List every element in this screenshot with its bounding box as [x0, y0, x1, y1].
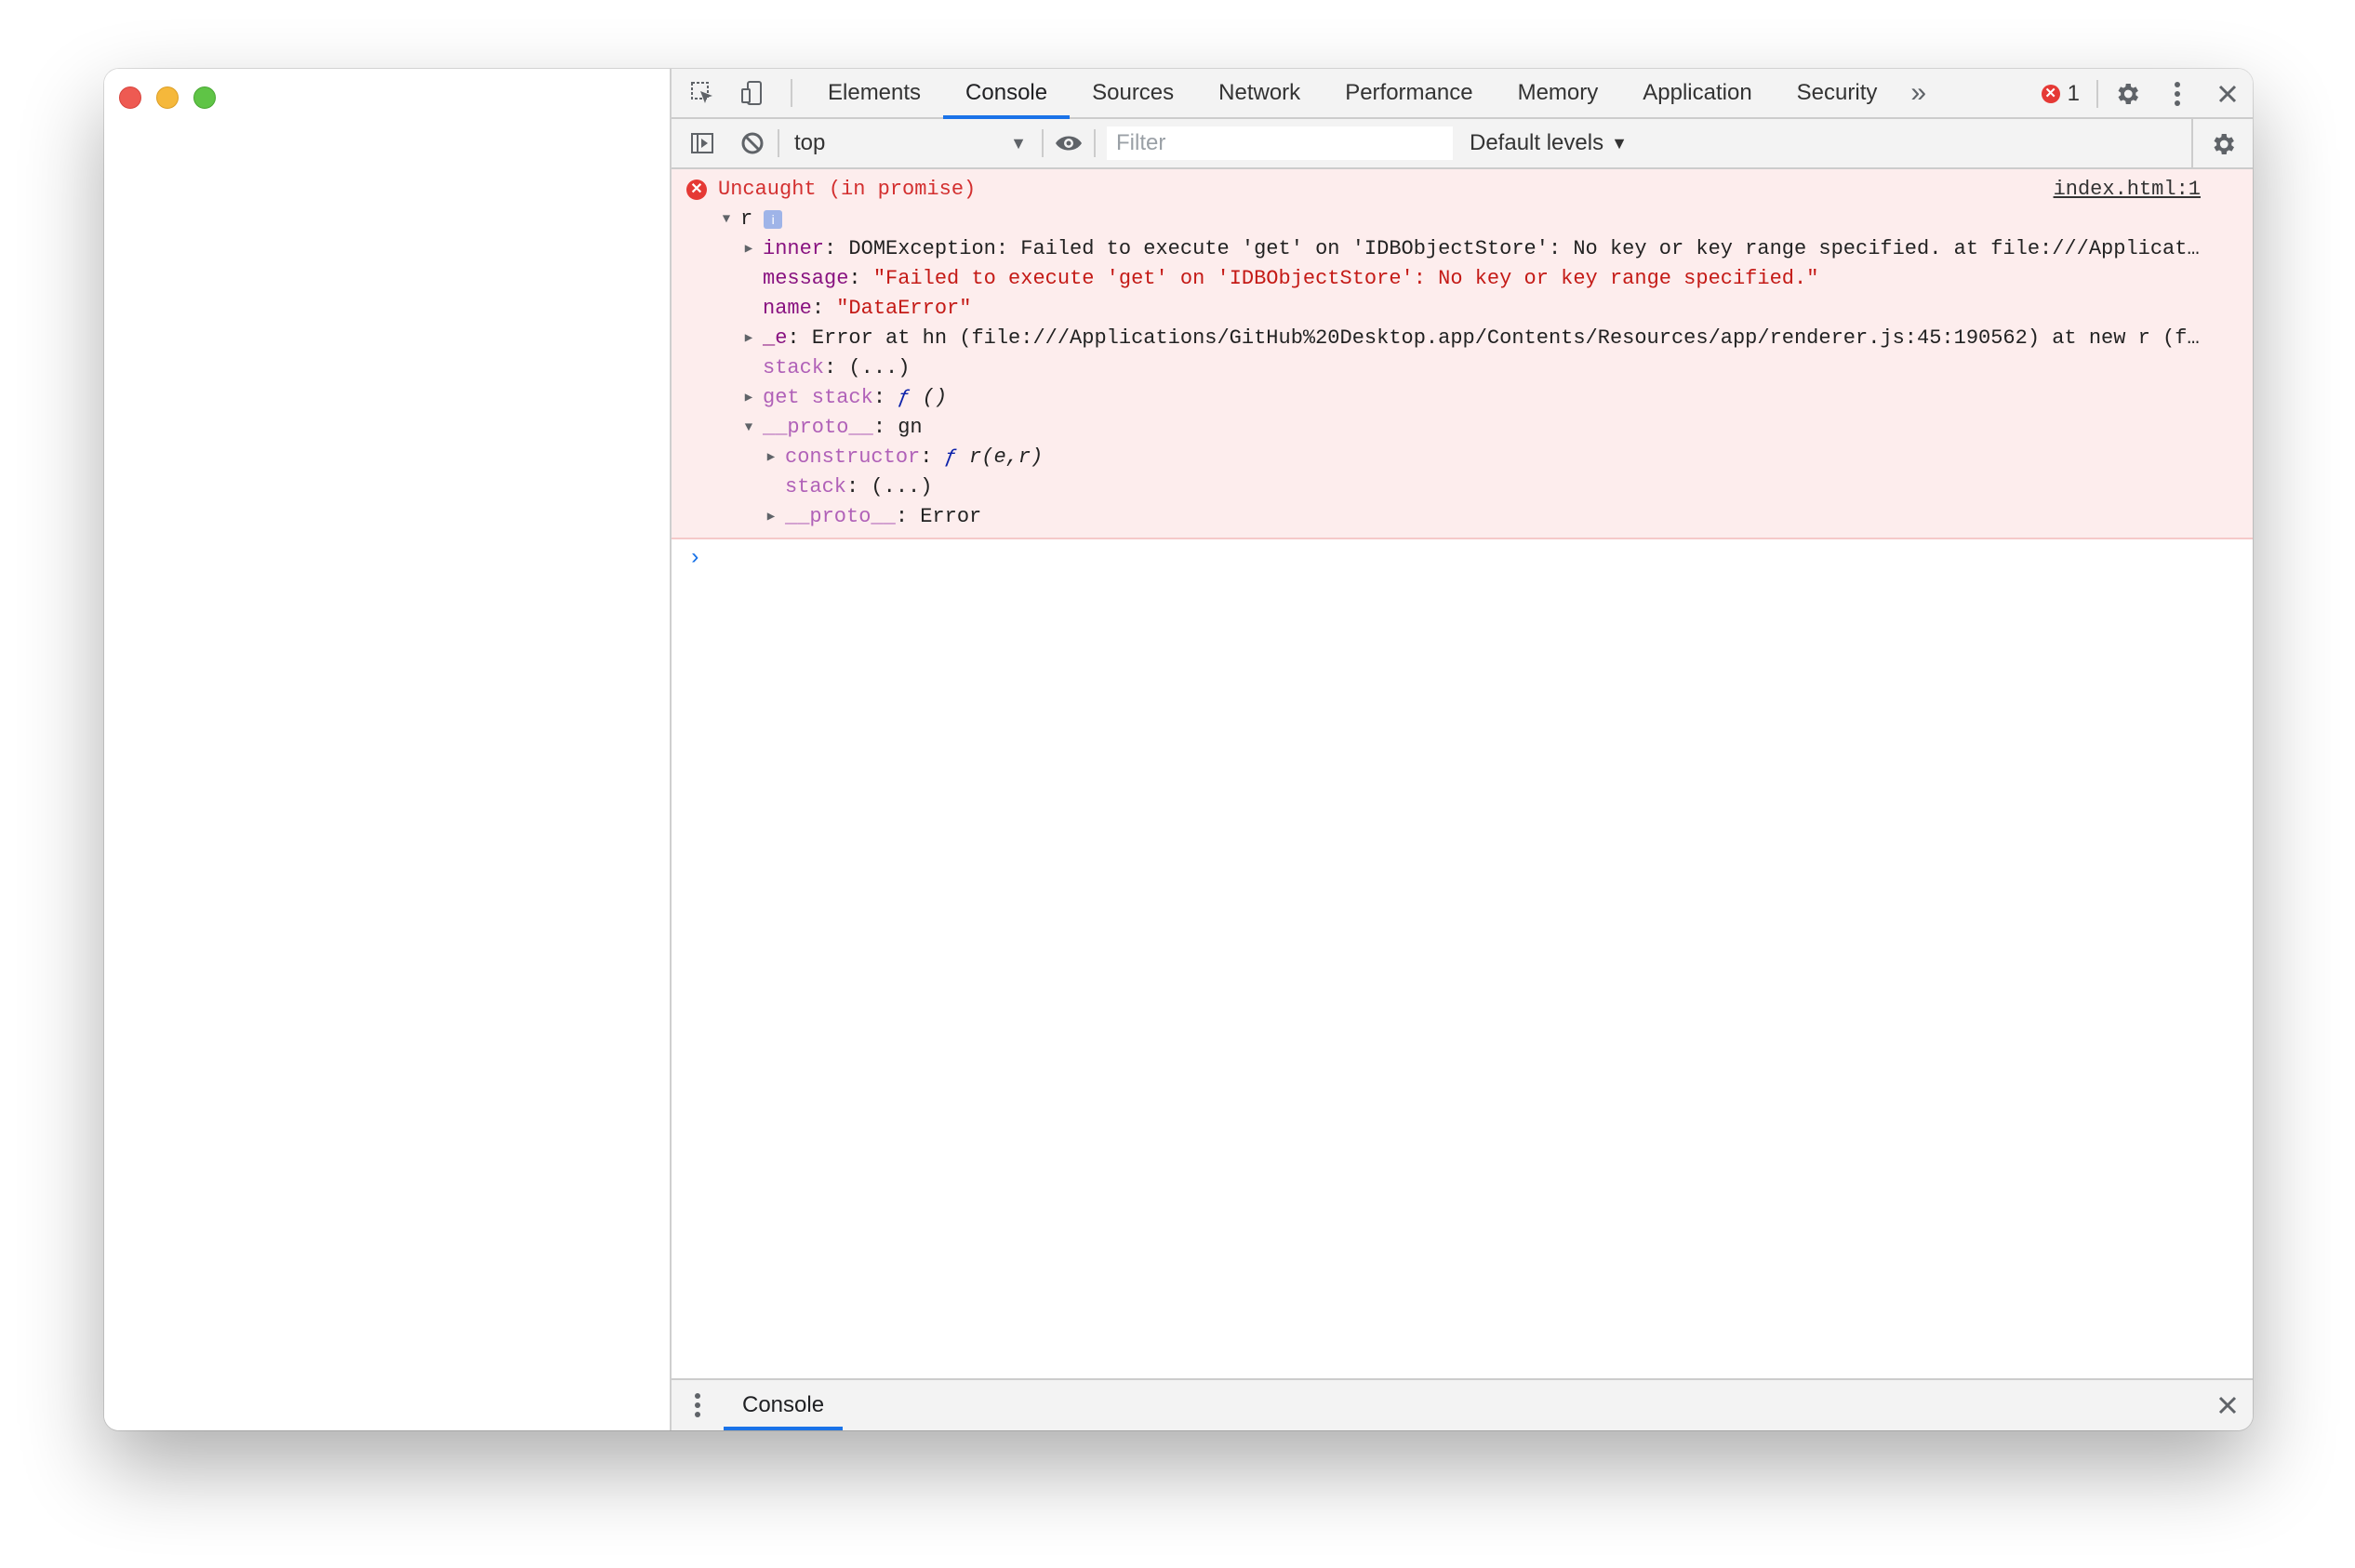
prop-value: gn [898, 416, 923, 439]
window-controls [119, 86, 216, 109]
devtools-panel: Elements Console Sources Network Perform… [672, 69, 2253, 1430]
prop-key: inner [763, 237, 825, 260]
chevron-down-icon: ▼ [1611, 133, 1628, 153]
tab-network[interactable]: Network [1196, 69, 1323, 117]
prop-row-proto[interactable]: ▼ __proto__: gn [672, 413, 2253, 443]
function-icon: ƒ [944, 445, 957, 469]
clear-console-icon[interactable] [727, 118, 778, 168]
console-prompt[interactable]: › [672, 539, 2253, 577]
error-title: Uncaught (in promise) [718, 178, 977, 201]
expanded-triangle-icon: ▼ [744, 420, 753, 435]
prop-value: "DataError" [836, 297, 972, 320]
prop-value: "Failed to execute 'get' on 'IDBObjectSt… [872, 267, 1819, 290]
collapsed-triangle-icon: ▶ [744, 242, 753, 257]
context-value: top [794, 130, 826, 155]
close-window-button[interactable] [119, 86, 141, 109]
prop-row-stack[interactable]: ▶ stack: (...) [672, 353, 2253, 383]
minimize-window-button[interactable] [156, 86, 179, 109]
devtools-tabbar: Elements Console Sources Network Perform… [672, 69, 2253, 119]
chevron-down-icon: ▼ [1010, 133, 1027, 153]
prop-key: get stack [763, 386, 873, 409]
prop-row-constructor[interactable]: ▶ constructor: ƒ r(e,r) [672, 443, 2253, 472]
tabbar-right-tools: ✕ 1 [2029, 69, 2253, 119]
tab-application[interactable]: Application [1620, 69, 1774, 117]
drawer-bar: Console [672, 1378, 2253, 1430]
toolbar-divider [1094, 129, 1096, 157]
prop-row-proto-2[interactable]: ▶ __proto__: Error [672, 502, 2253, 532]
page-viewport [104, 69, 672, 1430]
live-expression-eye-icon[interactable] [1044, 118, 1094, 168]
toolbar-divider [791, 79, 792, 107]
prop-key: stack [763, 356, 825, 379]
more-tabs-button[interactable]: » [1899, 69, 1937, 117]
panel-tabs: Elements Console Sources Network Perform… [805, 69, 1937, 119]
settings-gear-icon[interactable] [2102, 69, 2152, 119]
prompt-chevron-icon: › [688, 545, 702, 571]
prop-value: (...) [848, 356, 911, 379]
log-levels-dropdown[interactable]: Default levels ▼ [1470, 130, 1628, 156]
collapsed-triangle-icon: ▶ [744, 391, 753, 405]
tab-security[interactable]: Security [1775, 69, 1900, 117]
console-output: ✕ Uncaught (in promise) index.html:1 ▼ r… [672, 169, 2253, 1378]
info-icon: i [764, 210, 783, 229]
error-count: 1 [2067, 81, 2080, 106]
prop-value: r(e,r) [969, 445, 1044, 469]
object-root-row[interactable]: ▼ r i [672, 205, 2253, 234]
prop-key: message [763, 267, 849, 290]
collapsed-triangle-icon: ▶ [766, 450, 776, 465]
tab-performance[interactable]: Performance [1323, 69, 1495, 117]
prop-value: DOMException: Failed to execute 'get' on… [848, 237, 2200, 260]
function-icon: ƒ [898, 386, 911, 409]
prop-row-message: ▶ message: "Failed to execute 'get' on '… [672, 264, 2253, 294]
error-icon: ✕ [686, 179, 707, 200]
prop-value: (...) [871, 475, 933, 498]
prop-value: Error [920, 505, 982, 528]
prop-row-e[interactable]: ▶ _e: Error at hn (file:///Applications/… [672, 324, 2253, 353]
prop-key: _e [763, 326, 788, 350]
more-options-icon[interactable] [2152, 69, 2202, 119]
drawer-tab-console[interactable]: Console [724, 1380, 844, 1430]
prop-key: name [763, 297, 812, 320]
object-name: r [740, 207, 753, 231]
drawer-more-options-icon[interactable] [672, 1392, 724, 1418]
context-selector[interactable]: top ▼ [779, 119, 1042, 167]
prop-row-get-stack[interactable]: ▶ get stack: ƒ () [672, 383, 2253, 413]
error-counter[interactable]: ✕ 1 [2029, 81, 2093, 107]
prop-key: constructor [785, 445, 921, 469]
prop-row-name: ▶ name: "DataError" [672, 294, 2253, 324]
source-link[interactable]: index.html:1 [2054, 175, 2201, 205]
console-toolbar: top ▼ Default levels ▼ [672, 119, 2253, 169]
console-settings-gear-icon[interactable] [2191, 119, 2253, 169]
prop-value: Error at hn (file:///Applications/GitHub… [811, 326, 2200, 350]
show-sidebar-icon[interactable] [677, 118, 727, 168]
device-toolbar-icon[interactable] [727, 69, 778, 118]
error-message: ✕ Uncaught (in promise) index.html:1 ▼ r… [672, 169, 2253, 539]
prop-value: () [922, 386, 948, 409]
app-window: Elements Console Sources Network Perform… [104, 69, 2253, 1430]
close-drawer-icon[interactable] [2217, 1380, 2238, 1430]
tab-memory[interactable]: Memory [1496, 69, 1621, 117]
error-header: ✕ Uncaught (in promise) [672, 175, 2253, 205]
error-icon: ✕ [2041, 85, 2060, 103]
tab-sources[interactable]: Sources [1070, 69, 1196, 117]
tab-console[interactable]: Console [943, 69, 1071, 119]
prop-row-stack-2[interactable]: ▶ stack: (...) [672, 472, 2253, 502]
zoom-window-button[interactable] [193, 86, 216, 109]
collapsed-triangle-icon: ▶ [766, 510, 776, 525]
collapsed-triangle-icon: ▶ [744, 331, 753, 346]
prop-key: __proto__ [785, 505, 896, 528]
toolbar-divider [2096, 80, 2098, 108]
tab-elements[interactable]: Elements [805, 69, 943, 117]
close-devtools-icon[interactable] [2202, 69, 2253, 119]
expanded-triangle-icon: ▼ [722, 212, 731, 227]
prop-key: stack [785, 475, 847, 498]
filter-input[interactable] [1107, 126, 1453, 160]
prop-row-inner[interactable]: ▶ inner: DOMException: Failed to execute… [672, 234, 2253, 264]
prop-key: __proto__ [763, 416, 873, 439]
log-levels-label: Default levels [1470, 130, 1604, 155]
inspect-element-icon[interactable] [677, 69, 727, 118]
